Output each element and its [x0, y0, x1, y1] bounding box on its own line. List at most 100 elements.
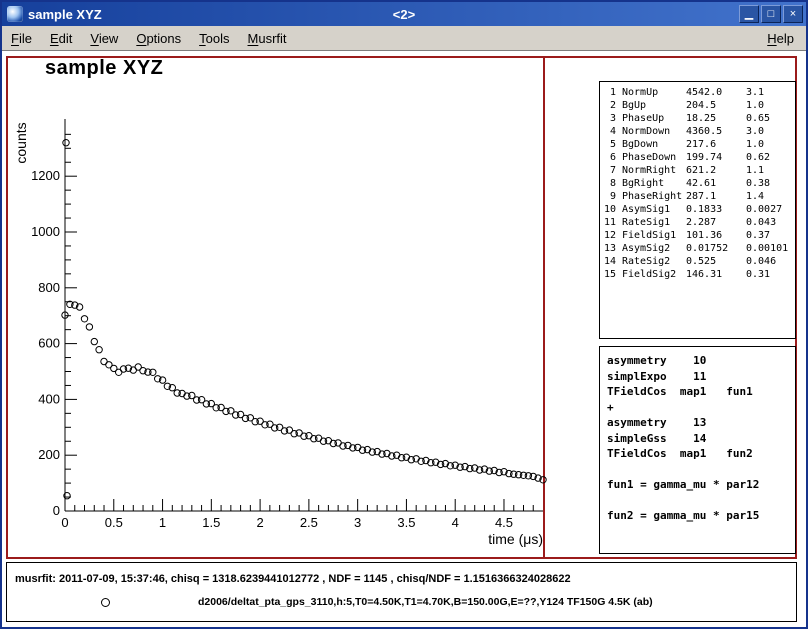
param-error: 0.38 [746, 177, 795, 190]
x-tick-label: 2.5 [300, 515, 318, 530]
param-value: 4360.5 [686, 125, 746, 138]
y-tick-label: 200 [38, 447, 60, 462]
param-number: 5 [600, 138, 616, 151]
param-value: 217.6 [686, 138, 746, 151]
param-name: BgRight [622, 177, 682, 190]
param-name: FieldSig2 [622, 268, 682, 281]
param-value: 18.25 [686, 112, 746, 125]
param-error: 3.0 [746, 125, 795, 138]
param-row: 13AsymSig20.017520.00101 [600, 242, 795, 255]
param-row: 12FieldSig1101.360.37 [600, 229, 795, 242]
theory-line: TFieldCos map1 fun2 [607, 446, 795, 462]
param-number: 9 [600, 190, 616, 203]
theory-line: asymmetry 10 [607, 353, 795, 369]
y-tick-label: 1000 [31, 224, 60, 239]
param-row: 10AsymSig10.18330.0027 [600, 203, 795, 216]
fit-info-text: musrfit: 2011-07-09, 15:37:46, chisq = 1… [15, 573, 796, 585]
param-value: 4542.0 [686, 86, 746, 99]
theory-line [607, 493, 795, 509]
maximize-button[interactable]: □ [761, 5, 781, 23]
param-value: 204.5 [686, 99, 746, 112]
data-point [86, 324, 92, 330]
param-row: 7NormRight621.21.1 [600, 164, 795, 177]
x-tick-label: 4 [452, 515, 459, 530]
window-title: sample XYZ [28, 7, 102, 22]
theory-line: fun1 = gamma_mu * par12 [607, 477, 795, 493]
data-point [91, 338, 97, 344]
x-tick-label: 1 [159, 515, 166, 530]
data-point [63, 140, 69, 146]
param-row: 2BgUp204.51.0 [600, 99, 795, 112]
param-number: 6 [600, 151, 616, 164]
param-name: NormDown [622, 125, 682, 138]
param-error: 0.62 [746, 151, 795, 164]
x-tick-label: 4.5 [495, 515, 513, 530]
param-error: 3.1 [746, 86, 795, 99]
close-button[interactable]: × [783, 5, 803, 23]
param-error: 1.1 [746, 164, 795, 177]
param-error: 0.043 [746, 216, 795, 229]
param-name: RateSig2 [622, 255, 682, 268]
param-row: 1 NormUp 4542.03.1 [600, 86, 795, 99]
param-error: 0.37 [746, 229, 795, 242]
param-error: 0.65 [746, 112, 795, 125]
parameter-panel: 1NormUp4542.03.12BgUp204.51.03PhaseUp18.… [599, 81, 796, 339]
y-tick-label: 400 [38, 391, 60, 406]
param-value: 2.287 [686, 216, 746, 229]
param-number: 12 [600, 229, 616, 242]
param-name: BgDown [622, 138, 682, 151]
menu-item-musrfit[interactable]: Musrfit [239, 28, 296, 49]
param-name: BgUp [622, 99, 682, 112]
data-point [81, 316, 87, 322]
param-value: 621.2 [686, 164, 746, 177]
theory-line: + [607, 400, 795, 416]
legend-row: d2006/deltat_pta_gps_3110,h:5,T0=4.50K,T… [7, 596, 796, 608]
menu-item-options[interactable]: Options [127, 28, 190, 49]
theory-line: fun2 = gamma_mu * par15 [607, 508, 795, 524]
param-error: 0.046 [746, 255, 795, 268]
theory-panel: asymmetry 10simplExpo 11TFieldCos map1 f… [599, 346, 796, 554]
legend-text: d2006/deltat_pta_gps_3110,h:5,T0=4.50K,T… [198, 596, 653, 608]
param-row: 11RateSig12.2870.043 [600, 216, 795, 229]
theory-line: asymmetry 13 [607, 415, 795, 431]
param-row: 4 NormDown 4360.53.0 [600, 125, 795, 138]
param-name: PhaseUp [622, 112, 682, 125]
menubar: FileEditViewOptionsToolsMusrfit Help [2, 26, 806, 51]
param-number: 13 [600, 242, 616, 255]
param-number: 4 [600, 125, 616, 138]
root-canvas[interactable]: sample XYZ 00.511.522.533.544.5020040060… [2, 51, 806, 627]
menu-item-help[interactable]: Help [758, 28, 806, 49]
param-name: FieldSig1 [622, 229, 682, 242]
param-error: 1.0 [746, 138, 795, 151]
menu-item-tools[interactable]: Tools [190, 28, 238, 49]
menu-item-view[interactable]: View [81, 28, 127, 49]
param-name: NormUp [622, 86, 682, 99]
param-row: 15FieldSig2146.310.31 [600, 268, 795, 281]
window-number-label: <2> [393, 7, 415, 22]
param-value: 146.31 [686, 268, 746, 281]
titlebar[interactable]: sample XYZ <2> ▁ □ × [2, 2, 806, 26]
y-tick-label: 800 [38, 280, 60, 295]
param-value: 0.1833 [686, 203, 746, 216]
theory-line [607, 462, 795, 478]
param-row: 6PhaseDown199.740.62 [600, 151, 795, 164]
param-number: 14 [600, 255, 616, 268]
minimize-button[interactable]: ▁ [739, 5, 759, 23]
menu-item-file[interactable]: File [2, 28, 41, 49]
param-value: 42.61 [686, 177, 746, 190]
x-tick-label: 1.5 [202, 515, 220, 530]
param-number: 3 [600, 112, 616, 125]
param-number: 1 [600, 86, 616, 99]
param-number: 11 [600, 216, 616, 229]
x-tick-label: 0 [61, 515, 68, 530]
app-icon [7, 6, 23, 22]
param-name: AsymSig1 [622, 203, 682, 216]
x-tick-label: 2 [256, 515, 263, 530]
theory-line: simpleGss 14 [607, 431, 795, 447]
application-window: sample XYZ <2> ▁ □ × FileEditViewOptions… [0, 0, 808, 629]
param-error: 0.0027 [746, 203, 795, 216]
param-number: 8 [600, 177, 616, 190]
theory-line: TFieldCos map1 fun1 [607, 384, 795, 400]
param-row: 9PhaseRight287.11.4 [600, 190, 795, 203]
menu-item-edit[interactable]: Edit [41, 28, 81, 49]
